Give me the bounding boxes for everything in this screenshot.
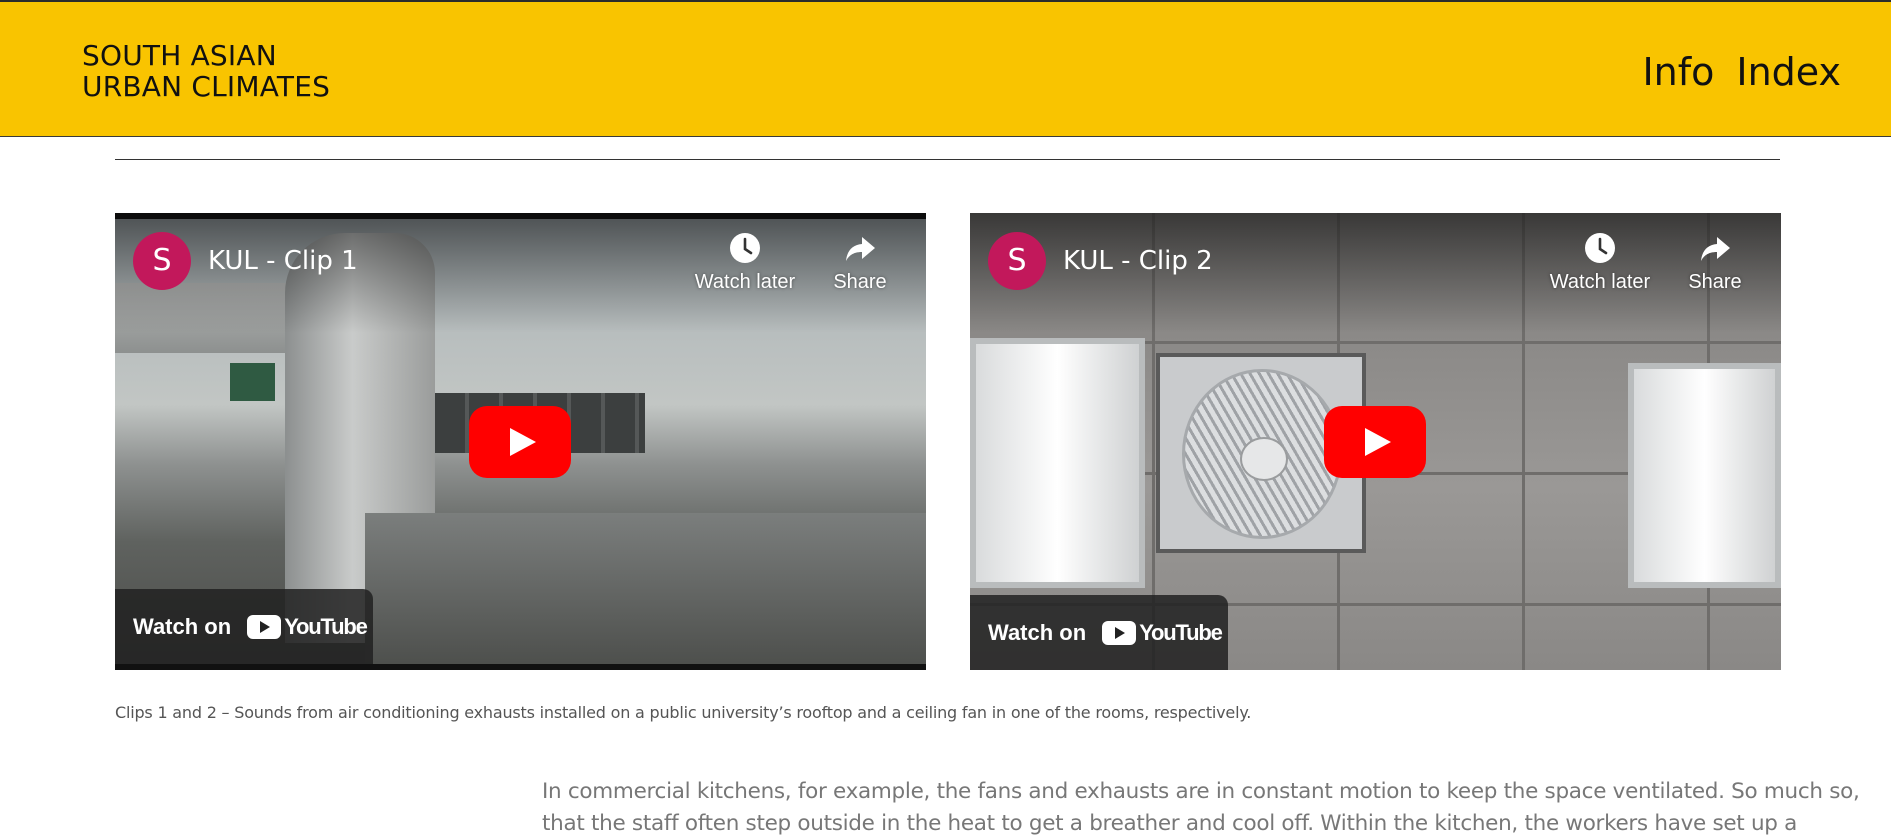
site-title-line2[interactable]: URBAN CLIMATES: [82, 71, 330, 102]
share-label: Share: [833, 271, 887, 293]
play-icon: [1365, 428, 1391, 456]
section-divider: [115, 159, 1780, 160]
site-title[interactable]: SOUTH ASIAN URBAN CLIMATES: [82, 40, 330, 102]
nav-info-link[interactable]: Info: [1642, 50, 1714, 94]
video-title[interactable]: KUL - Clip 1: [208, 246, 358, 276]
nav-index-link[interactable]: Index: [1736, 50, 1841, 94]
watch-later-button[interactable]: Watch later: [680, 231, 810, 294]
clock-icon: [730, 233, 760, 263]
youtube-wordmark: YouTube: [284, 613, 368, 639]
thumbnail-sign: [230, 363, 275, 401]
video-title[interactable]: KUL - Clip 2: [1063, 246, 1213, 276]
channel-avatar[interactable]: S: [988, 232, 1046, 290]
youtube-play-icon: [1102, 620, 1137, 645]
share-button[interactable]: Share: [1670, 231, 1760, 294]
youtube-wordmark: YouTube: [1139, 619, 1223, 645]
watch-later-button[interactable]: Watch later: [1535, 231, 1665, 294]
watch-on-youtube-button[interactable]: Watch on YouTube: [970, 595, 1228, 670]
video-embed-2[interactable]: S KUL - Clip 2 Watch later Share Watch o…: [970, 213, 1781, 670]
youtube-logo: YouTube: [1102, 619, 1223, 646]
video-caption: Clips 1 and 2 – Sounds from air conditio…: [115, 703, 1252, 722]
body-line-1: In commercial kitchens, for example, the…: [542, 779, 1860, 804]
main-nav: Info Index: [1642, 50, 1841, 94]
video-embed-1[interactable]: S KUL - Clip 1 Watch later Share Watch o…: [115, 213, 926, 670]
channel-avatar[interactable]: S: [133, 232, 191, 290]
play-icon: [510, 428, 536, 456]
youtube-logo: YouTube: [247, 613, 368, 640]
watch-on-youtube-button[interactable]: Watch on YouTube: [115, 589, 373, 664]
watch-later-label: Watch later: [1549, 271, 1651, 293]
site-title-line1[interactable]: SOUTH ASIAN: [82, 40, 330, 71]
site-header: SOUTH ASIAN URBAN CLIMATES Info Index: [0, 0, 1891, 137]
watch-on-label: Watch on: [988, 619, 1087, 645]
watch-on-label: Watch on: [133, 613, 232, 639]
clock-icon: [1585, 233, 1615, 263]
thumbnail-fan-hub: [1240, 437, 1288, 481]
watch-later-label: Watch later: [694, 271, 796, 293]
share-arrow-icon: [1701, 237, 1730, 261]
youtube-play-icon: [247, 614, 282, 639]
share-button[interactable]: Share: [815, 231, 905, 294]
thumbnail-light-right: [1628, 363, 1781, 588]
body-line-2: that the staff often step outside in the…: [542, 811, 1798, 836]
play-button[interactable]: [469, 406, 571, 478]
thumbnail-light-left: [970, 338, 1145, 588]
play-button[interactable]: [1324, 406, 1426, 478]
thumbnail-rooftop: [365, 513, 926, 670]
body-paragraph: In commercial kitchens, for example, the…: [542, 776, 1860, 840]
letterbox-bar: [115, 664, 926, 670]
share-label: Share: [1688, 271, 1742, 293]
share-arrow-icon: [846, 237, 875, 261]
